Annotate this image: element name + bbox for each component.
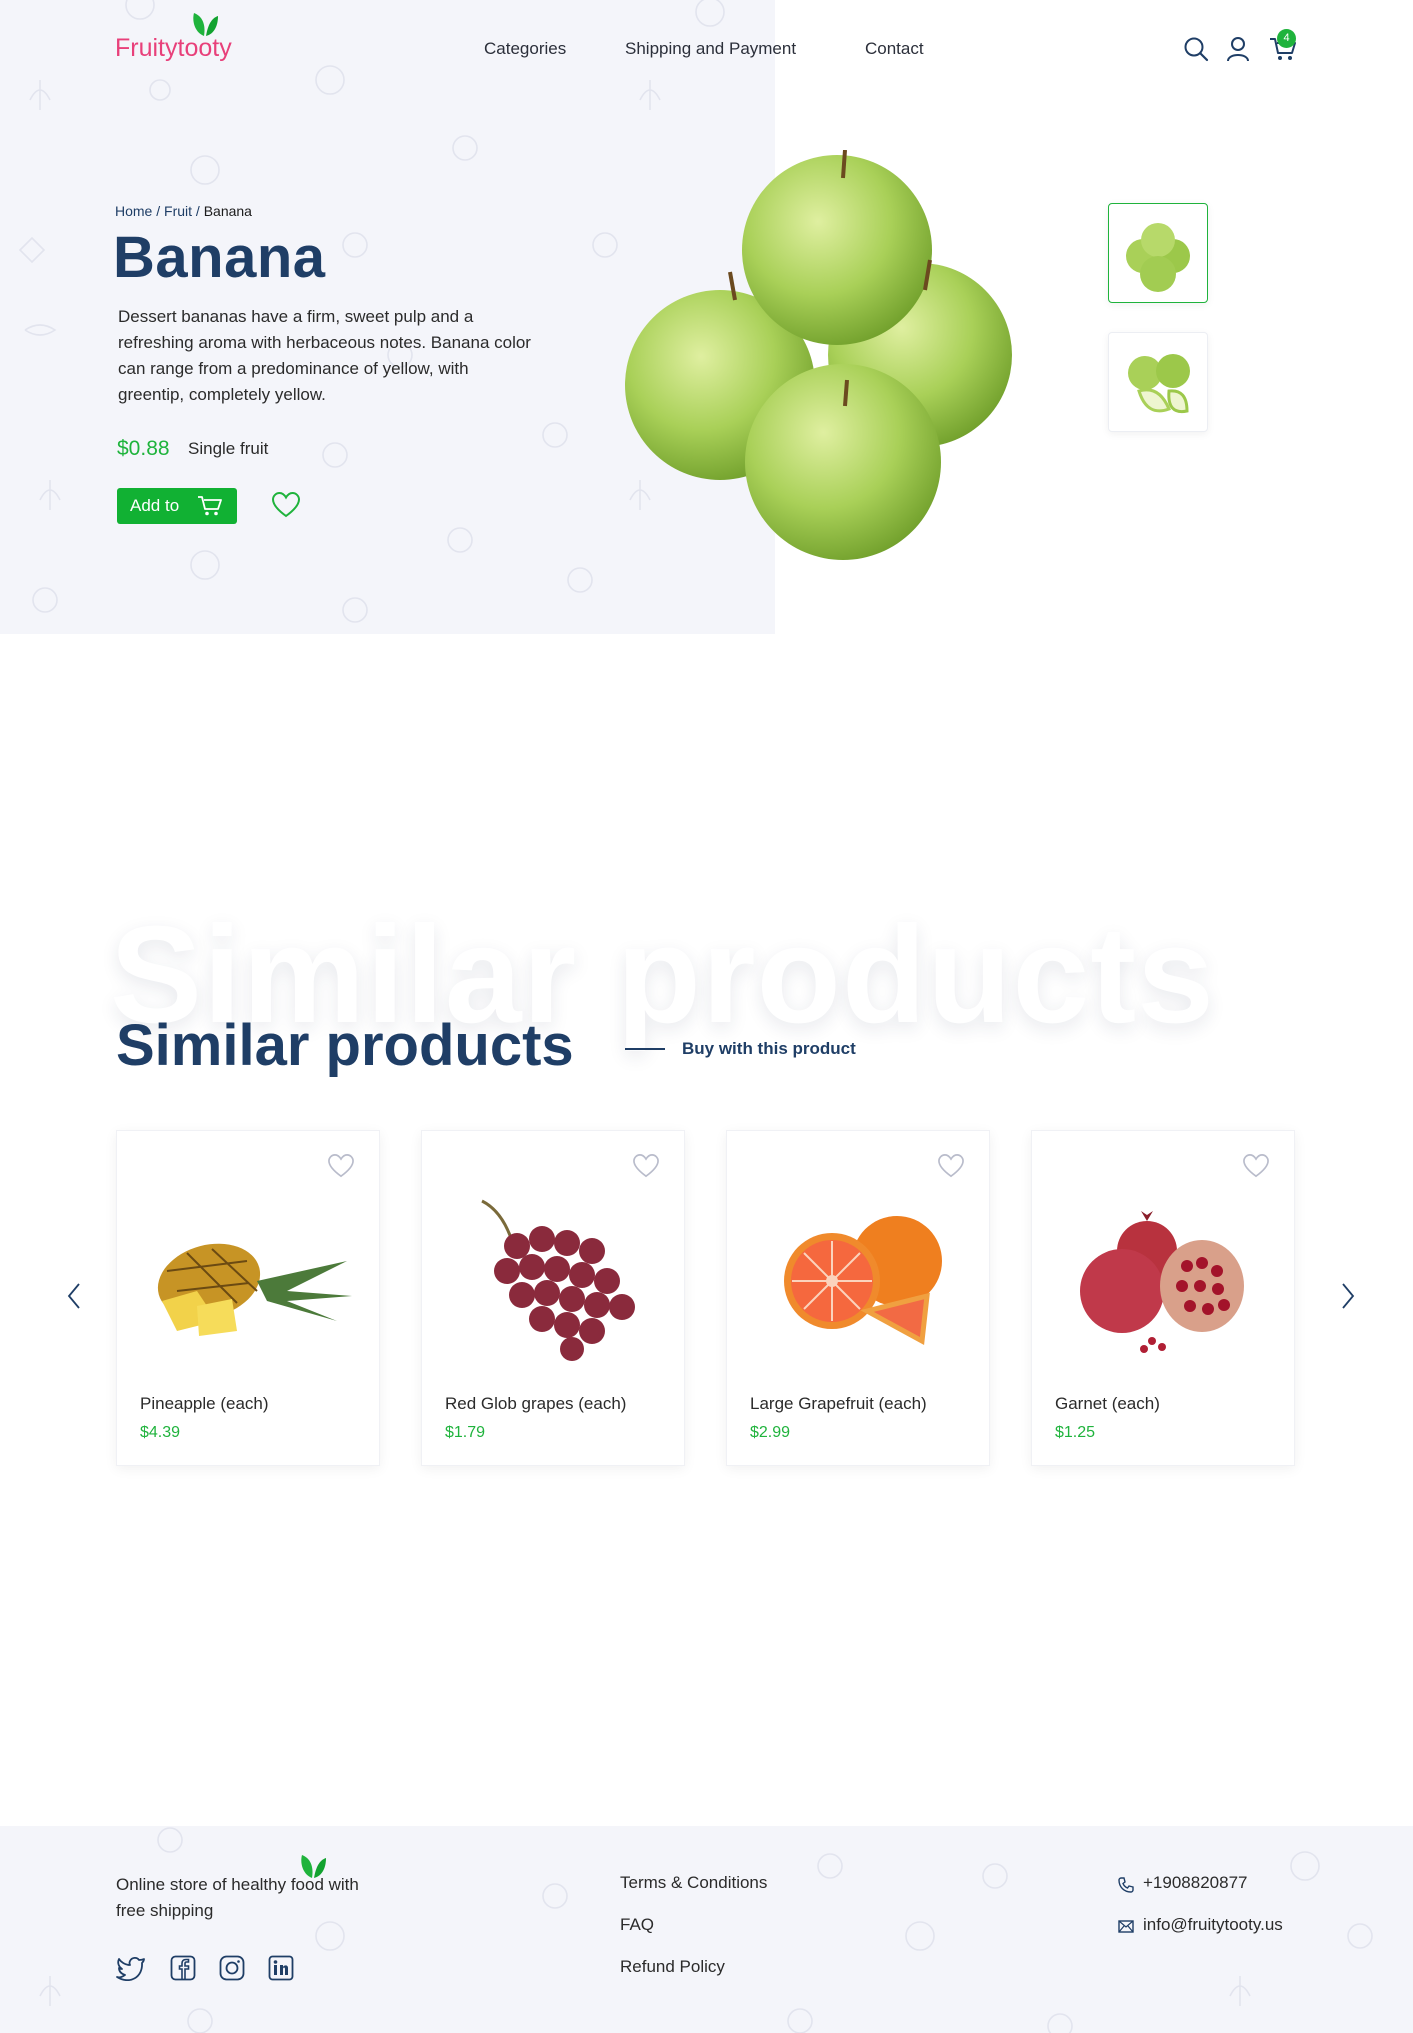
product-price: $2.99: [750, 1424, 791, 1441]
pomegranate-image: [1080, 1211, 1244, 1353]
pineapple-image: [157, 1243, 352, 1336]
heart-icon[interactable]: [327, 1153, 355, 1179]
nav-shipping-and-payment[interactable]: Shipping and Payment: [625, 39, 796, 59]
product-main-image: [625, 150, 1012, 560]
product-name: Pineapple (each): [140, 1394, 269, 1413]
linkedin-icon[interactable]: [268, 1955, 294, 1981]
heart-icon[interactable]: [1242, 1153, 1270, 1179]
similar-products-title: Similar products: [116, 1013, 574, 1078]
breadcrumb-fruit[interactable]: Fruit: [164, 203, 192, 219]
footer-link-faq[interactable]: FAQ: [620, 1915, 654, 1935]
section-divider: [625, 1048, 665, 1050]
grapes-image: [481, 1199, 635, 1361]
thumbnail-1[interactable]: [1108, 203, 1208, 303]
product-name: Large Grapefruit (each): [750, 1394, 927, 1413]
product-price: $0.88: [117, 437, 170, 460]
product-name: Garnet (each): [1055, 1394, 1160, 1413]
product-title: Banana: [113, 225, 326, 290]
grapefruit-image: [784, 1216, 942, 1345]
cart-count-badge: 4: [1277, 29, 1296, 48]
add-to-cart-button[interactable]: Add to: [117, 488, 237, 524]
footer-link-terms[interactable]: Terms & Conditions: [620, 1873, 767, 1893]
user-icon[interactable]: [1226, 36, 1250, 62]
twitter-icon[interactable]: [116, 1955, 146, 1981]
breadcrumb-current: Banana: [203, 203, 252, 219]
chevron-right-icon[interactable]: [1340, 1282, 1356, 1310]
site-footer: Online store of healthy food with free s…: [0, 1826, 1413, 2033]
footer-email[interactable]: info@fruitytooty.us: [1143, 1915, 1283, 1935]
mail-icon: [1118, 1920, 1134, 1933]
similar-products-subtitle: Buy with this product: [682, 1039, 856, 1058]
product-price: $1.79: [445, 1424, 486, 1441]
product-price: $4.39: [140, 1424, 181, 1441]
thumbnail-2[interactable]: [1108, 332, 1208, 432]
breadcrumb-home[interactable]: Home: [115, 203, 152, 219]
site-header: Fruitytooty Categories Shipping and Paym…: [0, 0, 1413, 100]
thumbnail-apples-image: [1126, 223, 1190, 292]
breadcrumb: Home / Fruit / Banana: [115, 203, 252, 219]
chevron-left-icon[interactable]: [66, 1282, 82, 1310]
footer-tagline: Online store of healthy food with free s…: [116, 1875, 359, 1920]
footer-link-refund-policy[interactable]: Refund Policy: [620, 1957, 725, 1977]
search-icon[interactable]: [1183, 36, 1209, 62]
product-card-garnet[interactable]: Garnet (each) $1.25: [1031, 1130, 1295, 1466]
phone-icon: [1118, 1877, 1134, 1893]
product-price: $1.25: [1055, 1424, 1096, 1441]
instagram-icon[interactable]: [219, 1955, 245, 1981]
product-unit: Single fruit: [188, 439, 269, 458]
brand-logo[interactable]: Fruitytooty: [115, 34, 232, 63]
product-name: Red Glob grapes (each): [445, 1394, 627, 1413]
breadcrumb-separator: /: [195, 203, 200, 219]
product-card-pineapple[interactable]: Pineapple (each) $4.39: [116, 1130, 380, 1466]
facebook-icon[interactable]: [170, 1955, 196, 1981]
product-description: Dessert bananas have a firm, sweet pulp …: [118, 307, 531, 404]
product-card-grapefruit[interactable]: Large Grapefruit (each) $2.99: [726, 1130, 990, 1466]
nav-categories[interactable]: Categories: [484, 39, 566, 59]
heart-icon[interactable]: [271, 491, 301, 519]
cart-icon: [198, 496, 222, 516]
thumbnail-apple-slices-image: [1128, 354, 1190, 414]
product-card-grapes[interactable]: Red Glob grapes (each) $1.79: [421, 1130, 685, 1466]
nav-contact[interactable]: Contact: [865, 39, 924, 59]
add-to-cart-label: Add to: [130, 496, 180, 515]
footer-phone[interactable]: +1908820877: [1143, 1873, 1247, 1893]
breadcrumb-separator: /: [156, 203, 161, 219]
heart-icon[interactable]: [632, 1153, 660, 1179]
heart-icon[interactable]: [937, 1153, 965, 1179]
